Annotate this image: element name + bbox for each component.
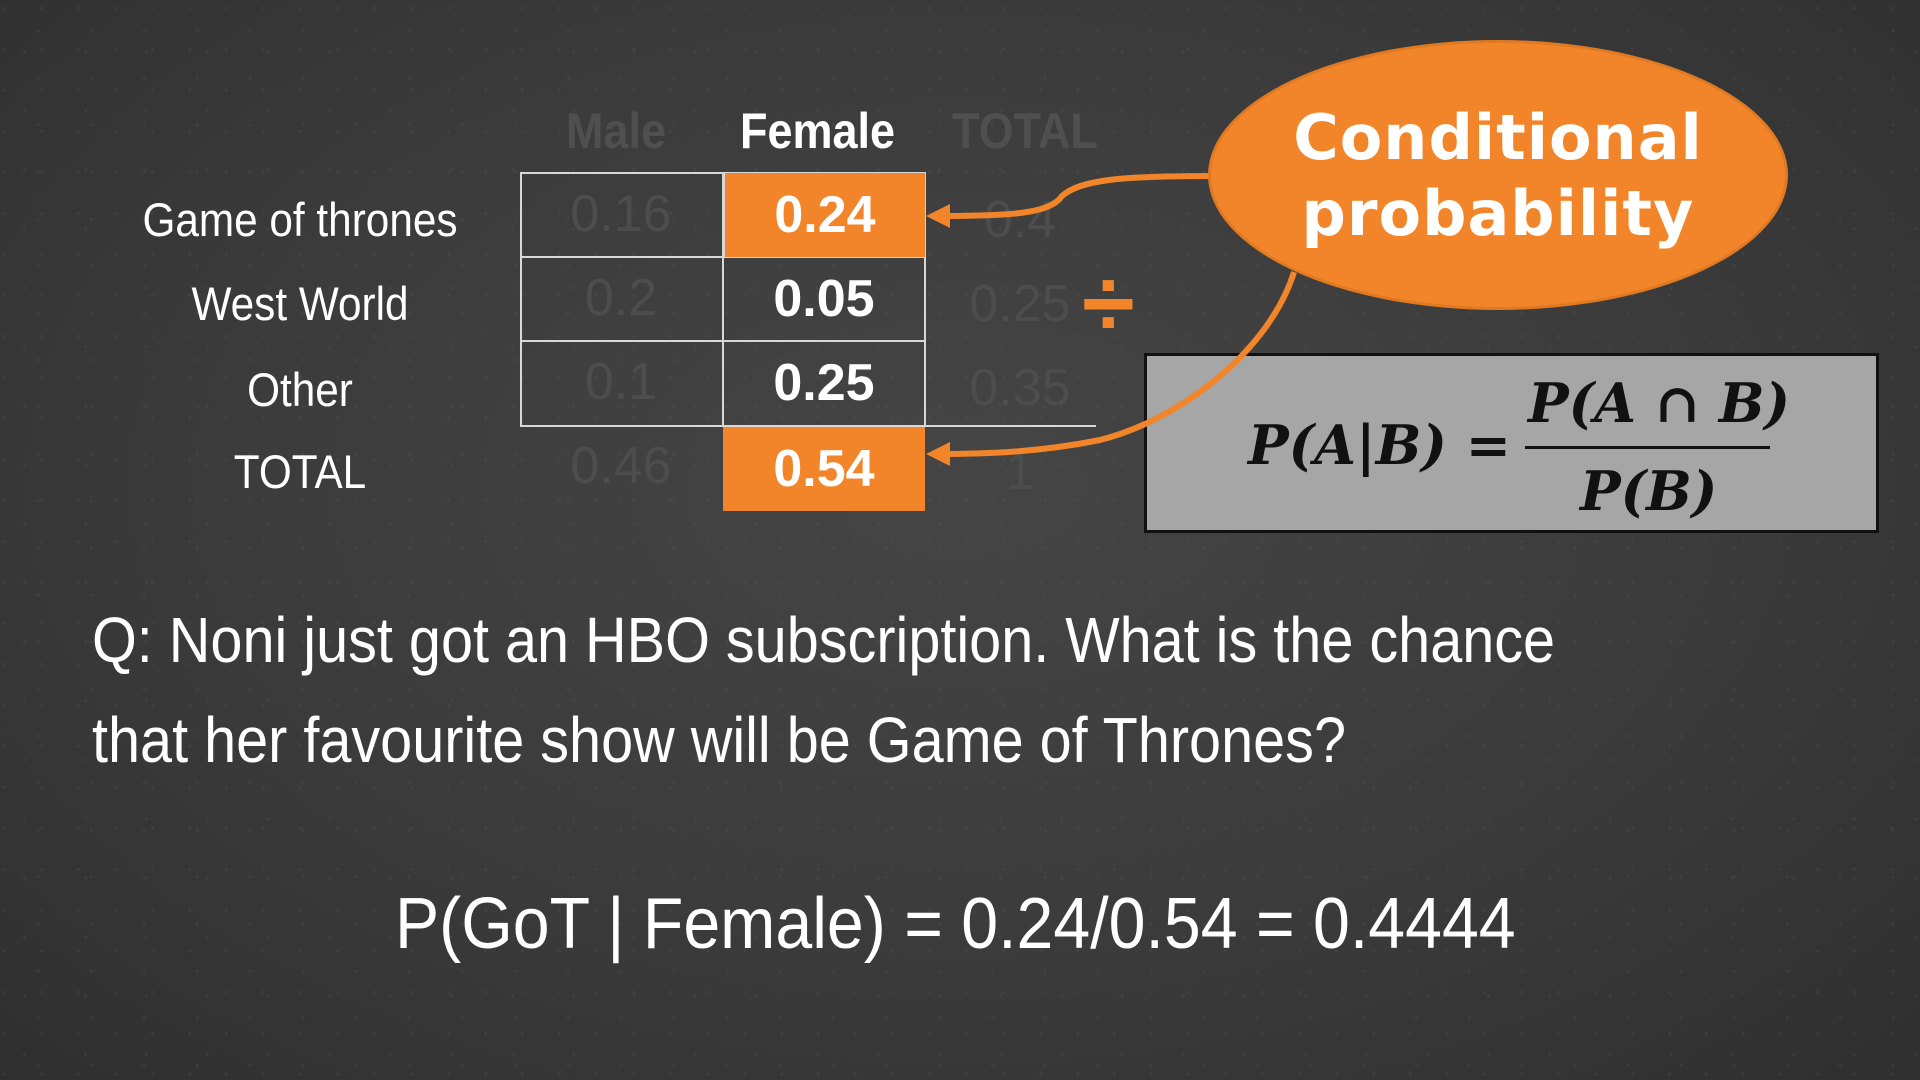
- callout-line-1: Conditional: [1293, 101, 1703, 174]
- arrow-head-icon: [926, 442, 950, 466]
- arrow-to-denominator: [934, 271, 1297, 457]
- question-line-1: Q: Noni just got an HBO subscription. Wh…: [92, 604, 1556, 676]
- arrow-head-icon: [926, 204, 950, 228]
- callout-text: Conditional probability: [1208, 100, 1788, 252]
- arrow-to-numerator: [934, 173, 1213, 219]
- callout-line-2: probability: [1301, 177, 1695, 250]
- answer-equation: P(GoT | Female) = 0.24/0.54 = 0.4444: [395, 884, 1516, 964]
- question-line-2: that her favourite show will be Game of …: [92, 704, 1346, 776]
